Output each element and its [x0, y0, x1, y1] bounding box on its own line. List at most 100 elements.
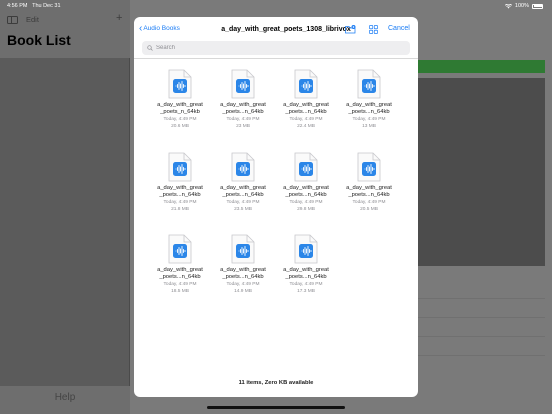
file-date: Today, 4:49 PM	[226, 281, 260, 287]
page-title: Book List	[7, 32, 71, 48]
file-name-line2: _poets_n_64kb	[160, 108, 200, 115]
wifi-icon	[504, 3, 512, 8]
add-button[interactable]: +	[116, 12, 122, 24]
file-name-line1: a_day_with_great	[220, 102, 266, 108]
file-item[interactable]: a_day_with_great _poets...n_64kb Today, 4:…	[150, 234, 210, 295]
back-label: Audio Books	[143, 25, 180, 32]
new-folder-icon[interactable]	[345, 25, 356, 34]
detail-row	[418, 355, 545, 368]
file-item[interactable]: a_day_with_great _poets...n_64kb Today, 4:…	[339, 69, 399, 130]
audio-file-icon	[294, 234, 318, 264]
file-name: a_day_with_great _poets...n_64kb	[213, 267, 273, 281]
status-bar: 4:56 PM Thu Dec 31 100%	[0, 0, 552, 12]
help-button[interactable]: Help	[0, 392, 130, 403]
file-size: 20.5 MB	[360, 206, 378, 212]
file-size: 23 MB	[236, 123, 250, 129]
file-name: a_day_with_great _poets...n_64kb	[150, 185, 210, 199]
background-content	[418, 58, 552, 414]
home-indicator	[207, 406, 345, 409]
artwork-panel	[418, 78, 545, 266]
detail-row	[418, 298, 545, 311]
file-name-line1: a_day_with_great	[157, 102, 203, 108]
file-name-line2: _poets...n_64kb	[222, 273, 264, 280]
audio-file-icon	[231, 69, 255, 99]
sidebar: Edit + Book List Help	[0, 0, 130, 414]
detail-rows	[418, 298, 545, 374]
sidebar-toggle-icon[interactable]	[7, 16, 18, 24]
file-item[interactable]: a_day_with_great _poets...n_64kb Today, 4:…	[150, 152, 210, 213]
file-name-line1: a_day_with_great	[283, 185, 329, 191]
file-name-line2: _poets...n_64kb	[348, 108, 390, 115]
file-date: Today, 4:49 PM	[163, 281, 197, 287]
file-item[interactable]: a_day_with_great _poets...n_64kb Today, 4:…	[213, 234, 273, 295]
item-count-footer: 11 items, Zero KB available	[238, 380, 314, 386]
search-input[interactable]	[156, 45, 396, 51]
file-name: a_day_with_great _poets...n_64kb	[276, 185, 336, 199]
file-date: Today, 4:49 PM	[163, 116, 197, 122]
file-name: a_day_with_great _poets...n_64kb	[276, 102, 336, 116]
file-size: 29.8 MB	[297, 206, 315, 212]
file-item[interactable]: a_day_with_great _poets_n_64kb Today, 4:49…	[150, 69, 210, 130]
file-name-line1: a_day_with_great	[346, 102, 392, 108]
file-name: a_day_with_great _poets...n_64kb	[150, 267, 210, 281]
file-name-line2: _poets...n_64kb	[159, 273, 201, 280]
file-name: a_day_with_great _poets...n_64kb	[339, 185, 399, 199]
file-item[interactable]: a_day_with_great _poets...n_64kb Today, 4:…	[213, 152, 273, 213]
file-date: Today, 4:49 PM	[289, 199, 323, 205]
file-name-line2: _poets...n_64kb	[285, 191, 327, 198]
file-date: Today, 4:49 PM	[289, 116, 323, 122]
file-name-line2: _poets...n_64kb	[159, 191, 201, 198]
file-name: a_day_with_great _poets...n_64kb	[213, 102, 273, 116]
audio-file-icon	[231, 234, 255, 264]
file-size: 17.3 MB	[297, 288, 315, 294]
file-date: Today, 4:49 PM	[289, 281, 323, 287]
edit-button[interactable]: Edit	[26, 15, 39, 24]
audio-file-icon	[168, 234, 192, 264]
grid-view-icon[interactable]	[369, 25, 378, 34]
file-name-line1: a_day_with_great	[220, 185, 266, 191]
chevron-left-icon: ‹	[139, 22, 143, 34]
picker-nav-bar: ‹ Audio Books a_day_with_great_poets_1308…	[134, 17, 418, 59]
file-name: a_day_with_great _poets...n_64kb	[339, 102, 399, 116]
file-size: 13 MB	[362, 123, 376, 129]
file-date: Today, 4:49 PM	[226, 116, 260, 122]
file-name-line2: _poets...n_64kb	[285, 273, 327, 280]
file-name-line2: _poets...n_64kb	[348, 191, 390, 198]
file-item[interactable]: a_day_with_great _poets...n_64kb Today, 4:…	[276, 234, 336, 295]
search-bar[interactable]	[142, 41, 410, 55]
file-item[interactable]: a_day_with_great _poets...n_64kb Today, 4:…	[213, 69, 273, 130]
detail-row	[418, 336, 545, 349]
file-size: 20.6 MB	[171, 123, 189, 129]
file-name-line1: a_day_with_great	[346, 185, 392, 191]
file-name-line1: a_day_with_great	[283, 267, 329, 273]
folder-title: a_day_with_great_poets_1308_librivox	[221, 26, 351, 33]
cancel-button[interactable]: Cancel	[388, 25, 410, 32]
file-size: 18.5 MB	[171, 288, 189, 294]
file-size: 22.4 MB	[297, 123, 315, 129]
file-name-line2: _poets...n_64kb	[222, 108, 264, 115]
file-item[interactable]: a_day_with_great _poets...n_64kb Today, 4:…	[339, 152, 399, 213]
audio-file-icon	[357, 69, 381, 99]
audio-file-icon	[294, 152, 318, 182]
file-name-line2: _poets...n_64kb	[222, 191, 264, 198]
file-name-line1: a_day_with_great	[157, 267, 203, 273]
progress-bar	[418, 60, 545, 73]
file-date: Today, 4:49 PM	[352, 199, 386, 205]
battery-percent: 100%	[514, 3, 529, 9]
file-item[interactable]: a_day_with_great _poets...n_64kb Today, 4:…	[276, 69, 336, 130]
detail-row	[418, 317, 545, 330]
file-item[interactable]: a_day_with_great _poets...n_64kb Today, 4:…	[276, 152, 336, 213]
file-size: 23.5 MB	[234, 206, 252, 212]
audio-file-icon	[168, 152, 192, 182]
file-name-line1: a_day_with_great	[157, 185, 203, 191]
file-date: Today, 4:49 PM	[352, 116, 386, 122]
battery-icon	[532, 3, 543, 9]
file-date: Today, 4:49 PM	[163, 199, 197, 205]
file-name-line1: a_day_with_great	[220, 267, 266, 273]
audio-file-icon	[168, 69, 192, 99]
back-button[interactable]: ‹ Audio Books	[139, 22, 180, 34]
audio-file-icon	[357, 152, 381, 182]
search-icon	[147, 45, 153, 51]
file-picker-modal: ‹ Audio Books a_day_with_great_poets_1308…	[134, 17, 418, 397]
status-time: 4:56 PM Thu Dec 31	[7, 3, 61, 9]
